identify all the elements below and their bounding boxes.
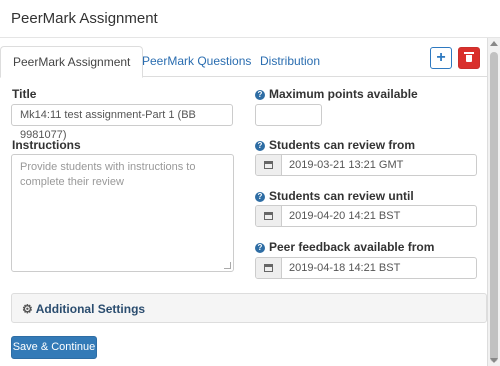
scroll-down-icon[interactable]: [490, 358, 498, 363]
tab-distribution[interactable]: Distribution: [248, 46, 332, 76]
gear-icon: ⚙: [22, 302, 33, 316]
title-field[interactable]: Mk14:11 test assignment-Part 1 (BB 99810…: [11, 104, 233, 141]
plus-icon: +: [436, 49, 446, 66]
scroll-up-icon[interactable]: [490, 41, 498, 46]
delete-button[interactable]: [458, 47, 480, 69]
trash-icon: [464, 52, 474, 63]
max-points-label: ? Maximum points available: [255, 87, 418, 101]
help-icon[interactable]: ?: [255, 90, 265, 100]
window-title: PeerMark Assignment: [11, 10, 158, 27]
feedback-field[interactable]: 2019-04-18 14:21 BST: [255, 257, 477, 279]
save-continue-button[interactable]: Save & Continue: [11, 336, 97, 359]
resize-handle[interactable]: [224, 262, 231, 269]
scroll-thumb[interactable]: [490, 52, 498, 362]
tab-bar: PeerMark Assignment PeerMark Questions D…: [0, 46, 488, 78]
tab-peermark-assignment[interactable]: PeerMark Assignment: [0, 46, 144, 78]
window-titlebar: PeerMark Assignment: [0, 0, 500, 38]
review-from-label: ? Students can review from: [255, 138, 415, 152]
calendar-icon[interactable]: [256, 206, 282, 226]
add-button[interactable]: +: [430, 47, 452, 69]
additional-settings-panel[interactable]: ⚙ Additional Settings: [11, 293, 487, 323]
max-points-field[interactable]: [255, 104, 322, 126]
review-until-value[interactable]: 2019-04-20 14:21 BST: [282, 206, 476, 226]
feedback-value[interactable]: 2019-04-18 14:21 BST: [282, 258, 476, 278]
review-from-field[interactable]: 2019-03-21 13:21 GMT: [255, 154, 477, 176]
help-icon[interactable]: ?: [255, 141, 265, 151]
instructions-label: Instructions: [12, 138, 81, 152]
title-label: Title: [12, 87, 37, 101]
help-icon[interactable]: ?: [255, 192, 265, 202]
review-until-label: ? Students can review until: [255, 189, 414, 203]
instructions-textarea[interactable]: Provide students with instructions to co…: [11, 154, 234, 272]
review-until-field[interactable]: 2019-04-20 14:21 BST: [255, 205, 477, 227]
feedback-label: ? Peer feedback available from: [255, 240, 434, 254]
calendar-icon[interactable]: [256, 155, 282, 175]
help-icon[interactable]: ?: [255, 243, 265, 253]
additional-settings-title[interactable]: ⚙ Additional Settings: [22, 302, 145, 316]
review-from-value[interactable]: 2019-03-21 13:21 GMT: [282, 155, 476, 175]
calendar-icon[interactable]: [256, 258, 282, 278]
instructions-placeholder: Provide students with instructions to co…: [20, 161, 196, 188]
tab-peermark-questions[interactable]: PeerMark Questions: [130, 46, 263, 76]
scrollbar[interactable]: [487, 38, 500, 366]
